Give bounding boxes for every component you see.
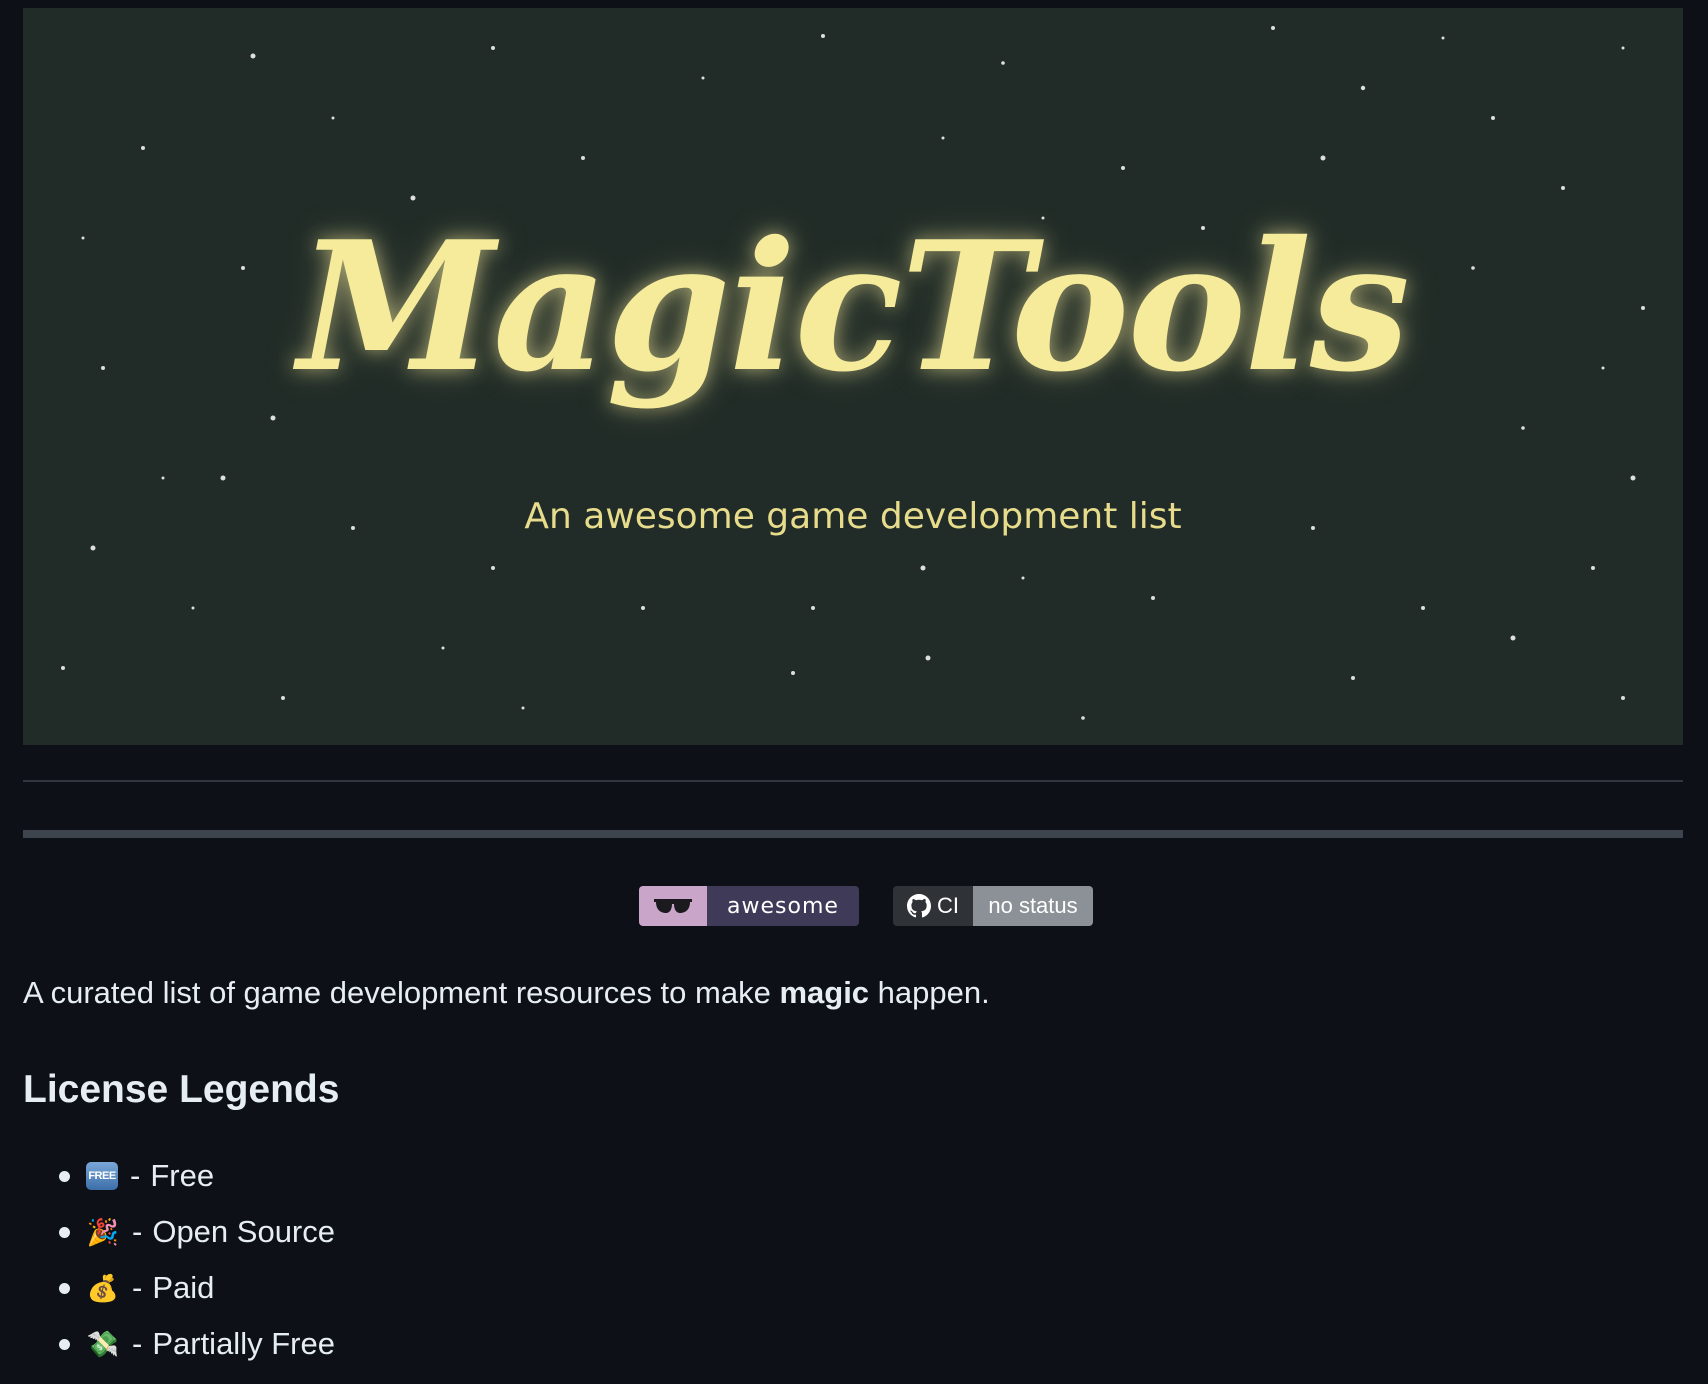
readme-description: A curated list of game development resou… [23, 975, 990, 1010]
license-label: Open Source [152, 1214, 335, 1249]
party-popper-icon: 🎉 [86, 1217, 120, 1247]
ci-badge-status: no status [973, 886, 1093, 926]
sunglasses-icon [639, 886, 707, 926]
free-icon: FREE [86, 1162, 118, 1190]
magic-tools-banner: MagicTools An awesome game development l… [23, 8, 1683, 745]
license-label: Paid [152, 1270, 215, 1305]
money-bag-icon: 💰 [86, 1273, 120, 1303]
list-item: 💰 - Paid [0, 1260, 335, 1316]
github-icon [907, 894, 931, 918]
divider [23, 780, 1683, 782]
list-item: FREE - Free [0, 1148, 335, 1204]
money-wings-icon: 💸 [86, 1329, 120, 1359]
banner-title: MagicTools [297, 202, 1410, 411]
emphasis-magic: magic [779, 975, 870, 1010]
license-legends-heading: License Legends [23, 1068, 340, 1111]
ci-status-badge[interactable]: CI no status [893, 886, 1093, 926]
license-label: Partially Free [152, 1326, 335, 1361]
badge-row: awesome CI no status [0, 886, 1708, 926]
horizontal-rule [23, 830, 1683, 838]
list-item: 🎉 - Open Source [0, 1204, 335, 1260]
list-item: 💸 - Partially Free [0, 1316, 335, 1372]
license-legend-list: FREE - Free 🎉 - Open Source 💰 - Paid 💸 -… [0, 1148, 335, 1372]
banner-subtitle: An awesome game development list [524, 496, 1182, 537]
awesome-badge-label: awesome [707, 886, 859, 926]
license-label: Free [150, 1158, 215, 1193]
ci-badge-label: CI [937, 893, 959, 918]
readme-page: MagicTools An awesome game development l… [0, 0, 1708, 1384]
awesome-badge[interactable]: awesome [639, 886, 859, 926]
